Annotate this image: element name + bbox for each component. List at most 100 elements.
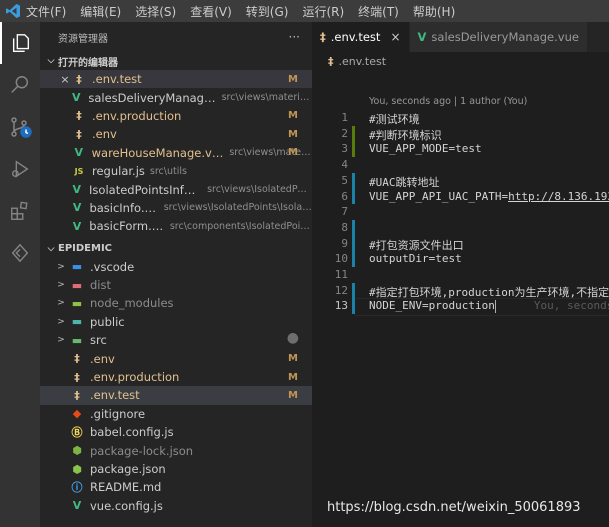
tab-env-test[interactable]: ‡ .env.test × (312, 22, 410, 52)
breadcrumb-file[interactable]: .env.test (339, 55, 387, 68)
menu-item[interactable]: 转到(G) (246, 3, 289, 20)
open-editor-item[interactable]: VwareHouseManage.vue src\views\mater... M (40, 144, 312, 162)
chevron-right-icon: > (57, 280, 65, 291)
file-name: basicInfo.vue (89, 200, 159, 215)
tree-item[interactable]: > ▬ node_modules (40, 294, 312, 312)
tree-item[interactable]: > ▬ src ● (40, 331, 312, 349)
open-editor-item[interactable]: V IsolatedPointsInfo.vue src\views\Isolate… (40, 180, 312, 198)
tree-item[interactable]: Vvue.config.js (40, 497, 312, 515)
line-number: 10 (334, 252, 348, 266)
file-name: salesDeliveryManage.vue (88, 90, 216, 105)
code-line[interactable]: VUE_APP_API_UAC_PATH=http://8.136.193 (369, 190, 609, 203)
file-name: babel.config.js (90, 425, 174, 440)
file-path: src\views\materialM... (221, 92, 312, 104)
menu-item[interactable]: 编辑(E) (80, 3, 121, 20)
open-editor-item[interactable]: VsalesDeliveryManage.vue src\views\materi… (40, 88, 312, 106)
url-link[interactable]: http://8.136.193 (508, 190, 609, 203)
git-status-badge: M (288, 371, 298, 383)
remote-icon[interactable] (0, 232, 40, 274)
run-debug-icon[interactable] (0, 148, 40, 190)
tree-item[interactable]: ⬢ package-lock.json (40, 441, 312, 459)
tree-item[interactable]: > ▬ .vscode (40, 258, 312, 276)
menu-item[interactable]: 选择(S) (135, 3, 176, 20)
code-text: #判断环境标识 (369, 128, 442, 142)
tree-item[interactable]: ⬢ package.json (40, 460, 312, 478)
tree-item[interactable]: ‡ .env.production M (40, 368, 312, 386)
open-editor-item[interactable]: × ‡ .env.test M (40, 70, 312, 89)
tree-item[interactable]: ◆ .gitignore (40, 405, 312, 423)
tree-item[interactable]: ‡ .env.test M (40, 386, 312, 405)
line-number: 7 (341, 205, 348, 219)
code-line[interactable]: #指定打包环境,production为生产环境,不指定 (369, 284, 609, 300)
code-line[interactable]: #测试环境 (369, 111, 420, 127)
tree-item[interactable]: ⓘ README.md (40, 478, 312, 496)
vue-file-icon: V (72, 219, 82, 233)
gutter-modified-marker (352, 219, 355, 267)
open-editors-header[interactable]: ⌵ 打开的编辑器 (40, 52, 312, 70)
menu-item[interactable]: 运行(R) (302, 3, 344, 20)
code-line[interactable]: VUE_APP_MODE=test (369, 142, 482, 155)
public-folder-icon: ▬ (71, 315, 83, 329)
open-editor-item[interactable]: JS regular.js src\utils (40, 162, 312, 180)
code-text: #UAC跳转地址 (369, 175, 440, 189)
source-control-icon[interactable] (0, 106, 40, 148)
close-icon[interactable]: × (390, 30, 400, 44)
vue-config-file-icon: V (72, 499, 82, 513)
menu-item[interactable]: 文件(F) (26, 3, 66, 20)
open-editors-title: 打开的编辑器 (58, 57, 118, 69)
line-number: 8 (341, 220, 348, 234)
open-editor-item[interactable]: ‡ .env M (40, 125, 312, 143)
code-line[interactable]: outputDir=test (369, 252, 462, 265)
tree-item[interactable]: > ▬ public (40, 313, 312, 331)
tab-label: salesDeliveryManage.vue (431, 30, 579, 44)
tree-item[interactable]: ‡ .env M (40, 349, 312, 367)
extensions-icon[interactable] (0, 190, 40, 232)
menu-item[interactable]: 终端(T) (358, 3, 399, 20)
project-header[interactable]: ⌵ EPIDEMIC (40, 240, 312, 258)
file-name: package-lock.json (90, 443, 194, 458)
explorer-icon[interactable] (0, 22, 40, 64)
git-status-badge: ● (286, 331, 299, 347)
search-icon[interactable] (0, 64, 40, 106)
file-name: README.md (90, 480, 162, 495)
vscode-logo-icon (0, 0, 26, 22)
tab-sales-delivery-manage[interactable]: VsalesDeliveryManage.vue (409, 22, 588, 52)
file-name: regular.js (92, 164, 145, 179)
file-name: wareHouseManage.vue (91, 145, 225, 160)
code-line[interactable]: #打包资源文件出口 (369, 237, 464, 253)
codelens-blame[interactable]: You, seconds ago | 1 author (You) (369, 96, 527, 107)
menu-item[interactable]: 查看(V) (190, 3, 232, 20)
line-number: 11 (334, 268, 348, 281)
open-editor-item[interactable]: VbasicForm.vue src\components\IsolatedPoi… (40, 217, 312, 235)
more-actions-icon[interactable]: ··· (289, 30, 300, 44)
explorer-header: 资源管理器 ··· (40, 22, 312, 52)
dotenv-file-icon: ‡ (76, 127, 82, 141)
node-modules-folder-icon: ▬ (71, 296, 83, 310)
tree-item[interactable]: Ⓑbabel.config.js (40, 423, 312, 441)
code-line[interactable]: NODE_ENV=production You, seconds (369, 299, 609, 313)
close-icon[interactable]: × (58, 73, 72, 86)
breadcrumb[interactable]: ‡ .env.test (312, 52, 609, 70)
menu-item[interactable]: 帮助(H) (413, 3, 455, 20)
open-editor-item[interactable]: ‡ .env.production M (40, 107, 312, 125)
code-editor[interactable]: You, seconds ago | 1 author (You) 1 #测试环境… (312, 94, 609, 527)
code-line[interactable]: #判断环境标识 (369, 127, 442, 143)
chevron-right-icon: > (57, 261, 65, 272)
file-name: .vscode (90, 259, 135, 274)
line-number: 4 (341, 158, 348, 172)
file-path: src\views\IsolatedPoints\Isolated... (163, 202, 312, 214)
chevron-down-icon: ⌵ (47, 243, 55, 254)
code-text: #打包资源文件出口 (369, 238, 464, 252)
inline-blame: You, seconds (533, 299, 609, 313)
git-status-badge: M (288, 128, 298, 140)
dotenv-file-icon: ‡ (320, 30, 326, 44)
code-line[interactable]: #UAC跳转地址 (369, 174, 440, 190)
open-editor-item[interactable]: VbasicInfo.vue src\views\IsolatedPoints\I… (40, 199, 312, 217)
line-number: 2 (341, 126, 348, 140)
gutter-modified-marker (352, 282, 355, 315)
tree-item[interactable]: > ▬ dist (40, 276, 312, 294)
chevron-down-icon: ⌵ (47, 56, 55, 66)
code-text: #指定打包环境,production为生产环境,不指定 (369, 285, 609, 299)
editor-area: ‡ .env.test × VsalesDeliveryManage.vue ‡ .e… (312, 22, 609, 527)
npm-lock-file-icon: ⬢ (72, 444, 82, 458)
